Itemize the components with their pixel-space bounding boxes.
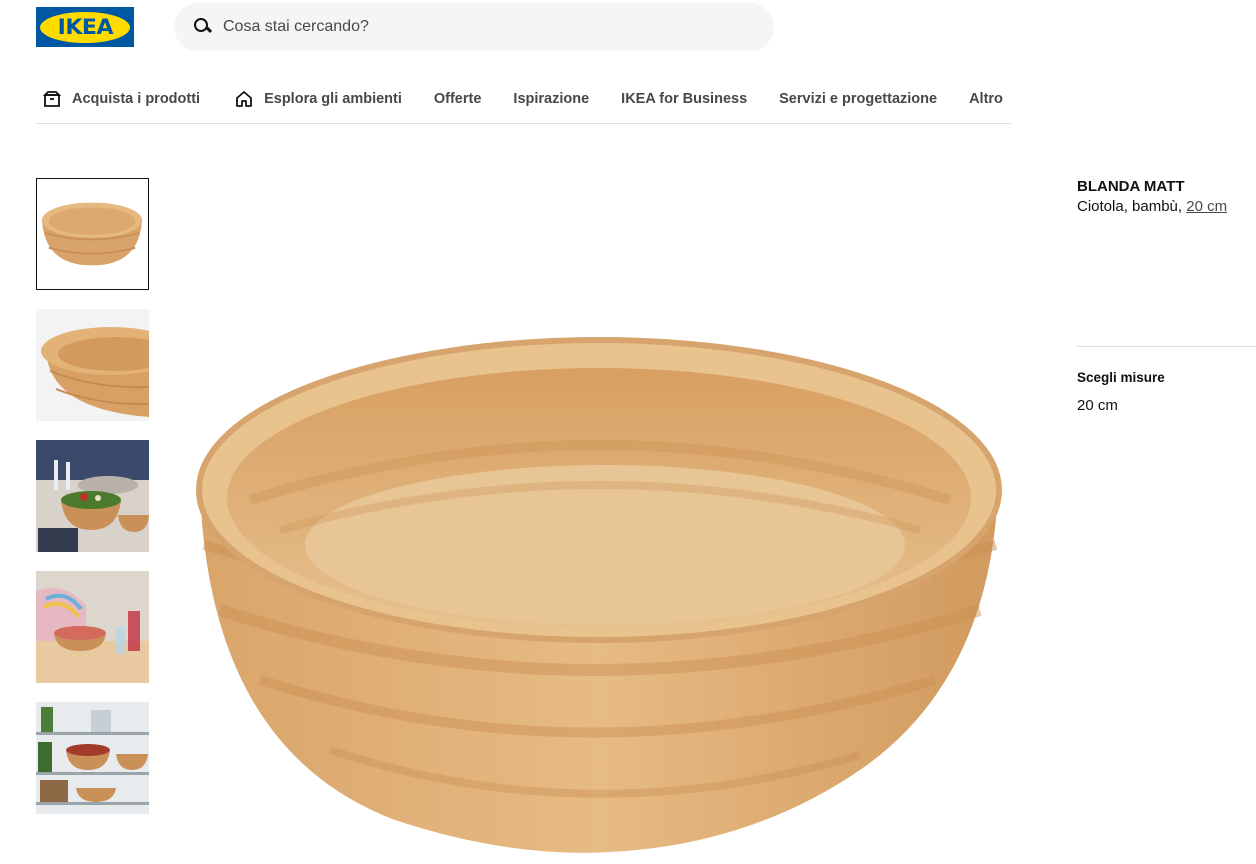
nav-item-label: Esplora gli ambienti: [264, 90, 402, 107]
nav-item-label: Acquista i prodotti: [72, 90, 201, 107]
nav-item-altro[interactable]: Altro: [969, 91, 1003, 107]
nav-item-label: Altro: [969, 90, 1003, 107]
nav-item-label: Ispirazione: [513, 90, 590, 107]
nav-item-offerte[interactable]: Offerte: [434, 91, 482, 107]
nav-item-acquista-prodotti[interactable]: Acquista i prodotti: [42, 89, 200, 109]
size-selector-label: Scegli misure: [1077, 370, 1165, 385]
ikea-logo[interactable]: IKEA: [36, 7, 134, 47]
nav-item-servizi-progettazione[interactable]: Servizi e progettazione: [779, 91, 937, 107]
bowl-image: [37, 179, 148, 289]
box-icon: [42, 89, 62, 109]
logo-oval: IKEA: [40, 11, 130, 43]
nav-item-label: Servizi e progettazione: [779, 90, 938, 107]
main-navigation: Acquista i prodotti Esplora gli ambienti…: [36, 74, 1011, 124]
nav-item-ispirazione[interactable]: Ispirazione: [513, 91, 589, 107]
size-selector-value[interactable]: 20 cm: [1077, 397, 1118, 414]
thumbnail-living-room[interactable]: [36, 571, 149, 683]
divider: [1077, 346, 1256, 347]
kitchen-shelf-image: [36, 702, 149, 814]
bamboo-bowl-image: [196, 337, 1002, 853]
table-setting-image: [36, 440, 149, 552]
nav-item-label: Offerte: [433, 90, 482, 107]
living-room-image: [36, 571, 149, 683]
product-description-text: Ciotola, bambù,: [1077, 198, 1187, 215]
thumbnail-bowl-front[interactable]: [36, 178, 149, 290]
search-input[interactable]: [223, 18, 743, 36]
thumbnail-kitchen-shelf[interactable]: [36, 702, 149, 814]
nav-item-esplora-ambienti[interactable]: Esplora gli ambienti: [234, 89, 402, 109]
thumbnail-table-setting[interactable]: [36, 440, 149, 552]
search-bar[interactable]: [174, 3, 774, 51]
size-link[interactable]: 20 cm: [1186, 198, 1227, 215]
product-name: BLANDA MATT: [1077, 178, 1185, 195]
home-icon: [234, 89, 254, 109]
main-product-image[interactable]: [190, 330, 1010, 860]
thumbnail-bowl-closeup[interactable]: [36, 309, 149, 421]
product-description: Ciotola, bambù, 20 cm: [1077, 198, 1227, 215]
search-icon[interactable]: [194, 18, 212, 36]
nav-item-label: IKEA for Business: [621, 90, 748, 107]
bowl-closeup-image: [36, 309, 149, 421]
logo-text: IKEA: [57, 15, 113, 39]
nav-item-ikea-for-business[interactable]: IKEA for Business: [621, 91, 747, 107]
